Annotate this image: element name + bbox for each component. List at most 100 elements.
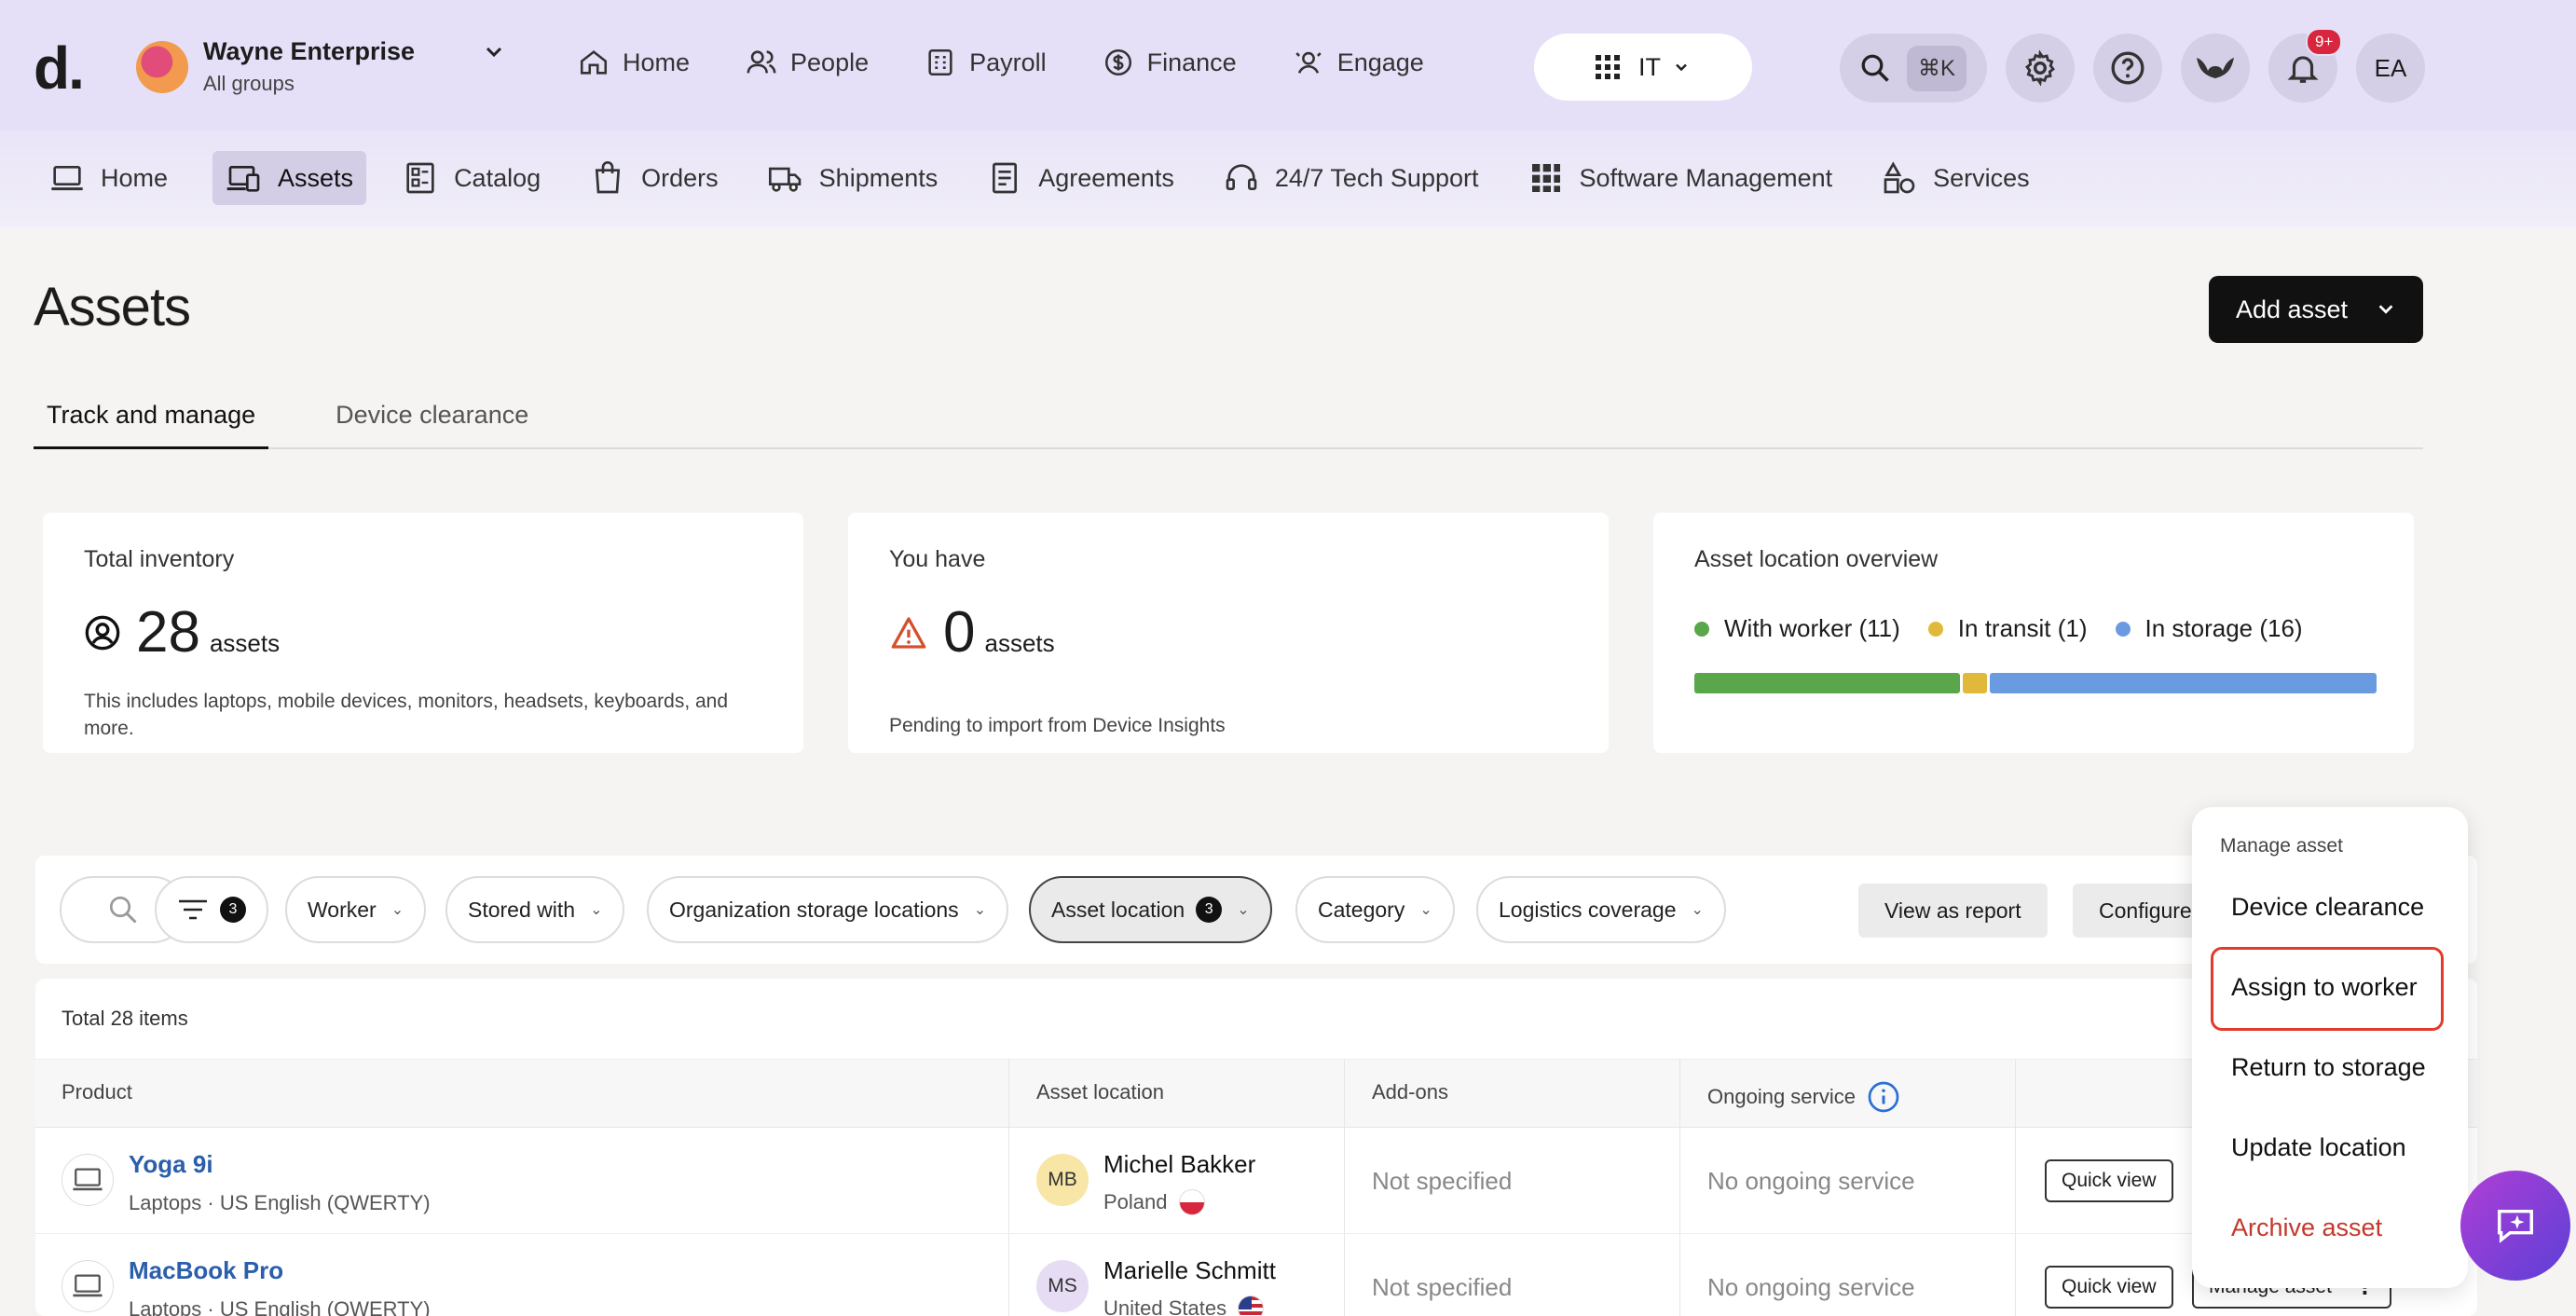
subnav-home[interactable]: Home [45, 151, 181, 205]
nav-finance[interactable]: Finance [1103, 47, 1237, 78]
subnav-services-label: Services [1933, 163, 2030, 192]
header-ongoing-label: Ongoing service [1707, 1085, 1856, 1108]
subnav-tech-support[interactable]: 24/7 Tech Support [1219, 151, 1492, 205]
menu-item-archive-asset[interactable]: Archive asset [2231, 1213, 2382, 1242]
apps-grid-icon [1596, 55, 1620, 79]
page-title: Assets [34, 277, 191, 337]
legend-dot [2115, 621, 2131, 637]
notification-badge: 9+ [2306, 28, 2343, 56]
user-avatar[interactable]: EA [2356, 34, 2425, 103]
subnav-agreements[interactable]: Agreements [982, 151, 1187, 205]
chevron-down-icon: ⌄ [1419, 902, 1432, 918]
truck-icon [768, 167, 802, 192]
ai-assistant-button[interactable] [2460, 1171, 2570, 1281]
card-title: Total inventory [84, 546, 235, 572]
manage-asset-menu: Manage asset Device clearance Assign to … [2192, 807, 2468, 1288]
product-name-link[interactable]: Yoga 9i [129, 1150, 213, 1179]
assets-icon [226, 166, 260, 192]
menu-item-assign-to-worker[interactable]: Assign to worker [2231, 973, 2418, 1002]
avatar: MB [1036, 1154, 1089, 1206]
table-header: Product Asset location Add-ons Ongoing s… [35, 1059, 2477, 1128]
category-filter[interactable]: Category ⌄ [1295, 876, 1455, 943]
product-subtitle: Laptops · US English (QWERTY) [129, 1191, 431, 1214]
header-product[interactable]: Product [62, 1080, 132, 1104]
menu-item-update-location[interactable]: Update location [2231, 1133, 2406, 1162]
org-storage-locations-filter[interactable]: Organization storage locations ⌄ [647, 876, 1009, 943]
card-title: Asset location overview [1694, 546, 1939, 572]
help-button[interactable] [2093, 34, 2162, 103]
search-icon [109, 896, 137, 924]
header-addons[interactable]: Add-ons [1372, 1080, 1448, 1104]
tabs: Track and manage Device clearance [34, 401, 2423, 449]
org-switcher[interactable]: Wayne Enterprise All groups [136, 37, 502, 96]
product-name-link[interactable]: MacBook Pro [129, 1256, 283, 1285]
settings-button[interactable] [2006, 34, 2075, 103]
info-icon[interactable] [1867, 1080, 1900, 1114]
home-icon [580, 50, 608, 75]
theme-button[interactable] [2181, 34, 2250, 103]
worker-country: United States [1103, 1295, 1265, 1316]
stored-with-filter[interactable]: Stored with ⌄ [445, 876, 625, 943]
legend-label: In transit (1) [1957, 614, 2088, 642]
user-circle-icon [85, 615, 120, 651]
chevron-down-icon [486, 47, 502, 58]
gear-icon [2025, 49, 2055, 87]
subnav-catalog[interactable]: Catalog [398, 151, 554, 205]
view-as-report-button[interactable]: View as report [1858, 884, 2048, 938]
subnav-shipments[interactable]: Shipments [763, 151, 952, 205]
header-asset-location[interactable]: Asset location [1036, 1080, 1164, 1104]
ongoing-service-value: No ongoing service [1707, 1167, 1915, 1195]
category-filter-label: Category [1318, 897, 1405, 922]
tab-device-clearance[interactable]: Device clearance [322, 401, 541, 449]
logistics-coverage-filter[interactable]: Logistics coverage ⌄ [1476, 876, 1726, 943]
tab-track-and-manage[interactable]: Track and manage [34, 401, 269, 449]
app-logo[interactable]: d. [34, 34, 85, 103]
search-shortcut: ⌘K [1907, 45, 1967, 91]
subnav-assets-label: Assets [278, 163, 354, 192]
header-ongoing-service[interactable]: Ongoing service [1707, 1080, 1900, 1114]
pending-count: 0 [943, 600, 976, 665]
laptop-icon [62, 1154, 114, 1206]
global-search-button[interactable]: ⌘K [1840, 34, 1987, 103]
nav-people[interactable]: People [746, 47, 869, 78]
subnav-shipments-label: Shipments [818, 163, 939, 192]
subnav-tech-support-label: 24/7 Tech Support [1274, 163, 1479, 192]
legend-in-transit: In transit (1) [1927, 614, 2088, 643]
chevron-down-icon: ⌄ [1691, 902, 1704, 918]
bat-icon [2197, 58, 2234, 78]
subnav-assets[interactable]: Assets [212, 151, 367, 205]
subnav-home-label: Home [101, 163, 169, 192]
bag-icon [596, 161, 621, 194]
subnav-orders[interactable]: Orders [585, 151, 732, 205]
logistics-filter-label: Logistics coverage [1499, 897, 1677, 922]
people-icon [747, 50, 776, 74]
menu-item-device-clearance[interactable]: Device clearance [2231, 893, 2424, 922]
asset-location-filter[interactable]: Asset location 3 ⌄ [1029, 876, 1272, 943]
subnav-software-management[interactable]: Software Management [1524, 151, 1846, 205]
sparkle-chat-icon [2498, 1209, 2533, 1243]
table-row[interactable]: MacBook Pro Laptops · US English (QWERTY… [35, 1234, 2477, 1316]
add-asset-button[interactable]: Add asset [2209, 276, 2423, 343]
subnav-agreements-label: Agreements [1038, 163, 1174, 192]
table-row[interactable]: Yoga 9i Laptops · US English (QWERTY) MB… [35, 1128, 2477, 1234]
poland-flag-icon [1178, 1189, 1205, 1215]
laptop-icon [62, 1260, 114, 1312]
worker-filter-label: Worker [308, 897, 377, 922]
quick-view-button[interactable]: Quick view [2045, 1266, 2173, 1309]
filters-button[interactable]: 3 [155, 876, 268, 943]
nav-payroll[interactable]: Payroll [925, 47, 1047, 78]
quick-view-button[interactable]: Quick view [2045, 1159, 2173, 1202]
help-icon [2111, 51, 2144, 85]
nav-engage[interactable]: Engage [1293, 47, 1424, 78]
country-label: United States [1103, 1296, 1227, 1316]
org-subtitle: All groups [203, 72, 295, 95]
workspace-switcher[interactable]: IT [1534, 34, 1752, 101]
nav-home[interactable]: Home [578, 47, 690, 78]
inventory-count: 28 [136, 600, 200, 665]
chevron-down-icon: ⌄ [973, 902, 987, 918]
menu-item-return-to-storage[interactable]: Return to storage [2231, 1053, 2426, 1082]
worker-filter[interactable]: Worker ⌄ [285, 876, 427, 943]
subnav-services[interactable]: Services [1877, 151, 2043, 205]
section-nav: Home Assets Catalog Orders Shipments Agr… [0, 130, 2576, 227]
laptop-icon [51, 166, 83, 191]
